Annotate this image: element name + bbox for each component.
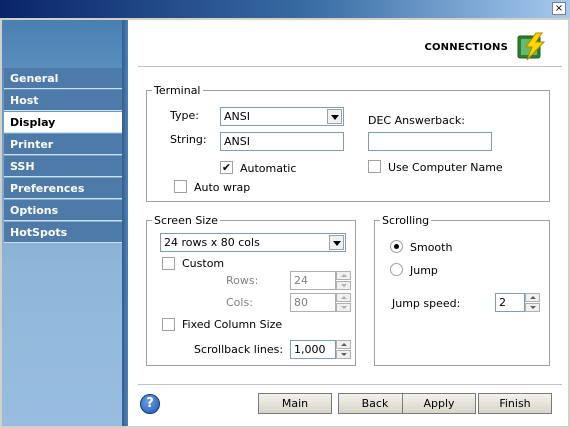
use-computer-name-label: Use Computer Name	[388, 161, 503, 174]
screen-size-value: 24 rows x 80 cols	[164, 236, 260, 249]
jump-speed-value: 2	[499, 296, 506, 309]
scrollback-up-icon[interactable]	[336, 340, 351, 349]
help-icon[interactable]: ?	[140, 394, 160, 414]
page-title: CONNECTIONS	[424, 42, 508, 53]
sidebar-item-ssh[interactable]: SSH	[4, 156, 124, 177]
cols-value: 80	[294, 296, 308, 309]
apply-button[interactable]: Apply	[402, 393, 476, 414]
rows-down-icon[interactable]	[336, 281, 351, 290]
jump-speed-stepper[interactable]	[525, 293, 540, 312]
terminal-legend: Terminal	[152, 84, 203, 97]
type-select[interactable]: ANSI	[220, 107, 344, 126]
rows-input[interactable]: 24	[290, 271, 336, 290]
string-input[interactable]: ANSI	[220, 132, 344, 151]
jump-speed-up-icon[interactable]	[525, 293, 540, 302]
rows-value: 24	[294, 274, 308, 287]
smooth-label: Smooth	[410, 241, 453, 254]
automatic-label: Automatic	[240, 162, 297, 175]
sidebar-item-host[interactable]: Host	[4, 90, 124, 111]
cols-input[interactable]: 80	[290, 293, 336, 312]
string-label: String:	[170, 133, 207, 146]
jump-speed-down-icon[interactable]	[525, 303, 540, 312]
sidebar-item-display[interactable]: Display	[4, 112, 124, 133]
scrollback-value: 1,000	[294, 343, 326, 356]
rows-up-icon[interactable]	[336, 271, 351, 280]
fixed-column-size-label: Fixed Column Size	[182, 318, 283, 331]
custom-label: Custom	[182, 257, 225, 270]
string-input-value: ANSI	[224, 135, 250, 148]
rows-stepper[interactable]	[336, 271, 351, 290]
header-divider	[138, 66, 562, 67]
type-label: Type:	[170, 109, 199, 122]
smooth-radio[interactable]	[390, 240, 403, 253]
title-bar	[0, 0, 570, 18]
use-computer-name-checkbox[interactable]	[368, 160, 381, 173]
custom-checkbox[interactable]	[162, 257, 175, 270]
screen-size-select[interactable]: 24 rows x 80 cols	[160, 233, 346, 252]
dec-answerback-label: DEC Answerback:	[368, 114, 465, 127]
cols-label: Cols:	[226, 296, 253, 309]
sidebar-item-preferences[interactable]: Preferences	[4, 178, 124, 199]
sidebar-item-hotspots[interactable]: HotSpots	[4, 222, 124, 243]
scrollback-down-icon[interactable]	[336, 350, 351, 359]
fixed-column-size-checkbox[interactable]	[162, 318, 175, 331]
scrollback-stepper[interactable]	[336, 340, 351, 359]
scrolling-legend: Scrolling	[380, 214, 432, 227]
rows-label: Rows:	[226, 274, 259, 287]
chevron-down-icon[interactable]	[329, 235, 344, 250]
automatic-checkbox[interactable]: ✔	[220, 161, 233, 174]
scrollback-input[interactable]: 1,000	[290, 340, 336, 359]
back-button[interactable]: Back	[338, 393, 412, 414]
finish-button[interactable]: Finish	[478, 393, 552, 414]
sidebar-item-options[interactable]: Options	[4, 200, 124, 221]
cols-stepper[interactable]	[336, 293, 351, 312]
jump-speed-input[interactable]: 2	[495, 293, 525, 312]
auto-wrap-checkbox[interactable]	[174, 180, 187, 193]
screen-size-legend: Screen Size	[152, 214, 220, 227]
dec-answerback-input[interactable]	[368, 132, 492, 151]
main-panel: CONNECTIONS Terminal Type: ANSI String: …	[128, 20, 568, 426]
cols-up-icon[interactable]	[336, 293, 351, 302]
main-button[interactable]: Main	[258, 393, 332, 414]
jump-speed-label: Jump speed:	[392, 297, 461, 310]
auto-wrap-label: Auto wrap	[194, 181, 251, 194]
sidebar-item-general[interactable]: General	[4, 68, 124, 89]
cols-down-icon[interactable]	[336, 303, 351, 312]
sidebar: General Host Display Printer SSH Prefere…	[2, 20, 124, 426]
type-select-value: ANSI	[224, 110, 250, 123]
close-button[interactable]: ×	[552, 2, 566, 15]
sidebar-item-printer[interactable]: Printer	[4, 134, 124, 155]
jump-label: Jump	[410, 264, 438, 277]
footer-divider	[138, 384, 562, 385]
scrollback-label: Scrollback lines:	[194, 343, 284, 356]
lightning-connections-icon	[516, 32, 548, 62]
jump-radio[interactable]	[390, 263, 403, 276]
chevron-down-icon[interactable]	[327, 109, 342, 124]
